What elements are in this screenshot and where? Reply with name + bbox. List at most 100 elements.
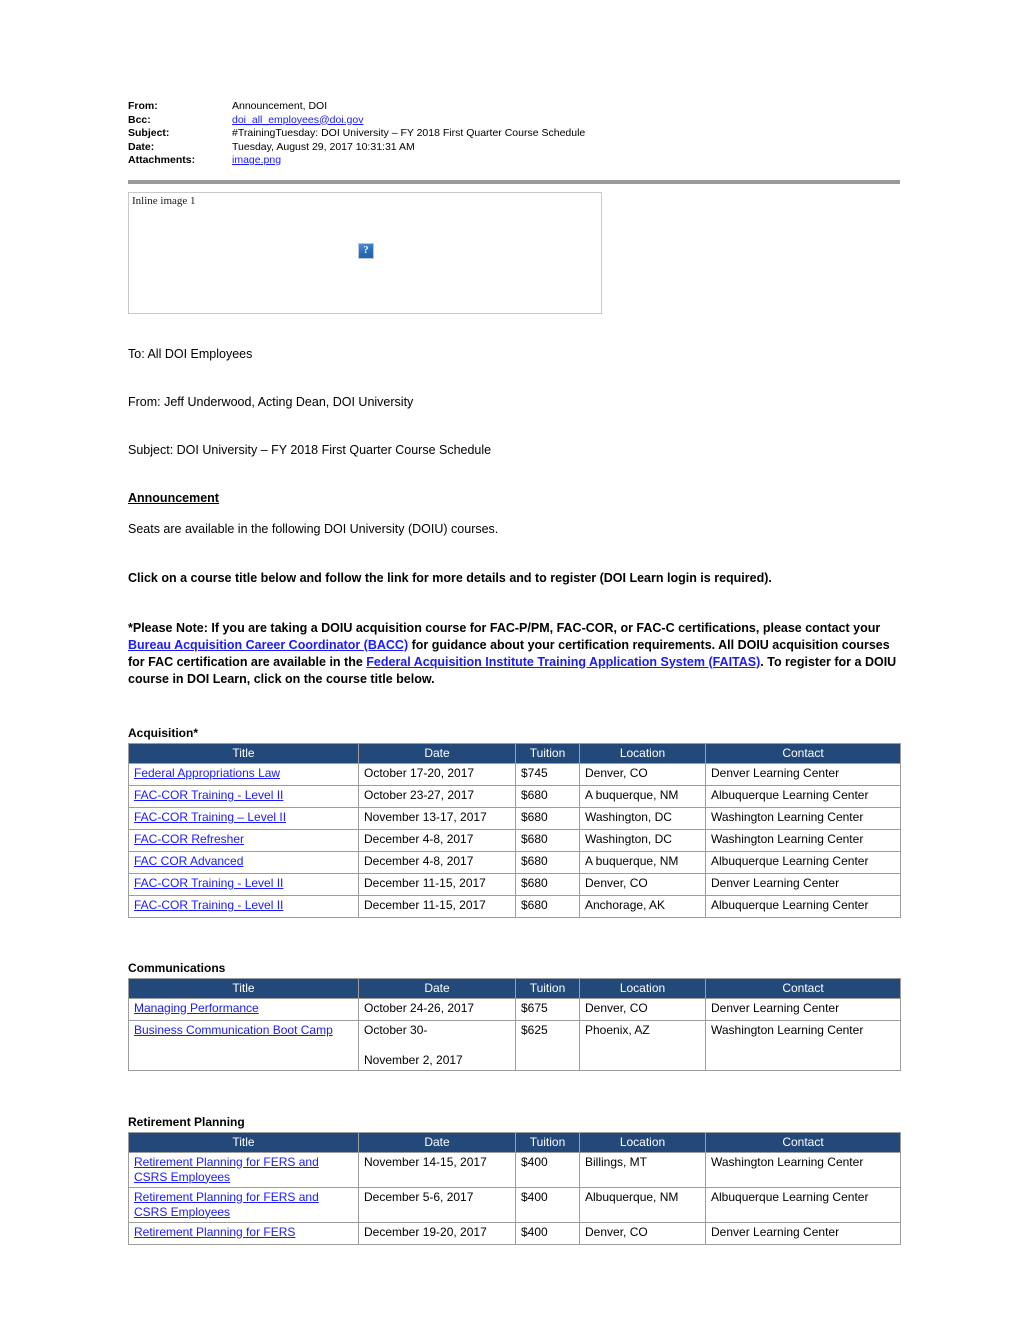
course-title-link[interactable]: FAC-COR Training – Level II — [134, 810, 286, 824]
table-row: Retirement Planning for FERS and CSRS Em… — [128, 1186, 901, 1223]
course-title-cell[interactable]: Retirement Planning for FERS — [128, 1221, 359, 1245]
course-contact-cell: Albuquerque Learning Center — [705, 894, 901, 918]
course-title-cell[interactable]: FAC-COR Training - Level II — [128, 784, 359, 808]
announcement-heading: Announcement — [128, 490, 219, 505]
course-date-cell: November 13-17, 2017 — [358, 806, 516, 830]
course-tuition-cell: $625 — [515, 1019, 580, 1071]
broken-image-icon[interactable]: ? — [358, 242, 374, 259]
course-title-link[interactable]: Retirement Planning for FERS — [134, 1225, 295, 1239]
course-title-link[interactable]: FAC-COR Training - Level II — [134, 788, 283, 802]
table-row: Retirement Planning for FERS and CSRS Em… — [128, 1151, 901, 1188]
column-header-contact: Contact — [705, 742, 901, 764]
faitas-link[interactable]: Federal Acquisition Institute Training A… — [366, 655, 760, 669]
course-table-retirement-planning: Title Date Tuition Location Contact Reti… — [128, 1131, 901, 1245]
course-location-cell: Albuquerque, NM — [579, 1186, 706, 1223]
email-page: From: Announcement, DOI Bcc: doi_all_emp… — [128, 0, 901, 1245]
course-title-cell[interactable]: Retirement Planning for FERS and CSRS Em… — [128, 1151, 359, 1188]
email-body: To: All DOI Employees From: Jeff Underwo… — [128, 314, 900, 688]
course-location-cell: Denver, CO — [579, 997, 706, 1021]
course-title-cell[interactable]: Business Communication Boot Camp — [128, 1019, 359, 1071]
body-from-line: From: Jeff Underwood, Acting Dean, DOI U… — [128, 394, 414, 409]
course-title-cell[interactable]: Retirement Planning for FERS and CSRS Em… — [128, 1186, 359, 1223]
course-date-cell: December 19-20, 2017 — [358, 1221, 516, 1245]
course-contact-cell: Denver Learning Center — [705, 1221, 901, 1245]
course-title-cell[interactable]: FAC-COR Training - Level II — [128, 872, 359, 896]
course-contact-cell: Albuquerque Learning Center — [705, 1186, 901, 1223]
course-location-cell: Billings, MT — [579, 1151, 706, 1188]
course-date-cell: December 11-15, 2017 — [358, 872, 516, 896]
header-label-from: From: — [128, 100, 158, 112]
course-location-cell: A buquerque, NM — [579, 850, 706, 874]
course-date-cell: October 23-27, 2017 — [358, 784, 516, 808]
column-header-date: Date — [358, 977, 516, 999]
course-date-cell: December 11-15, 2017 — [358, 894, 516, 918]
course-table-communications: Title Date Tuition Location Contact Mana… — [128, 977, 901, 1071]
column-header-title: Title — [128, 742, 359, 764]
header-value-bcc-link[interactable]: doi_all_employees@doi.gov — [232, 114, 900, 128]
course-contact-cell: Albuquerque Learning Center — [705, 850, 901, 874]
course-date-cell: December 4-8, 2017 — [358, 850, 516, 874]
table-row: FAC COR Advanced December 4-8, 2017 $680… — [128, 850, 901, 874]
course-contact-cell: Washington Learning Center — [705, 828, 901, 852]
course-title-cell[interactable]: FAC-COR Refresher — [128, 828, 359, 852]
course-title-link[interactable]: Managing Performance — [134, 1001, 259, 1015]
course-title-link[interactable]: FAC-COR Training - Level II — [134, 876, 283, 890]
column-header-date: Date — [358, 742, 516, 764]
course-title-link[interactable]: Federal Appropriations Law — [134, 766, 280, 780]
course-date-cell: October 17-20, 2017 — [358, 762, 516, 786]
course-contact-cell: Albuquerque Learning Center — [705, 784, 901, 808]
course-title-link[interactable]: Retirement Planning for FERS and CSRS Em… — [134, 1190, 319, 1219]
header-label-subject: Subject: — [128, 127, 170, 139]
column-header-location: Location — [579, 977, 706, 999]
course-contact-cell: Washington Learning Center — [705, 1019, 901, 1071]
course-title-link[interactable]: Business Communication Boot Camp — [134, 1023, 333, 1037]
course-title-cell[interactable]: FAC-COR Training - Level II — [128, 894, 359, 918]
header-divider — [128, 179, 900, 184]
course-title-cell[interactable]: Managing Performance — [128, 997, 359, 1021]
table-row: Managing Performance October 24-26, 2017… — [128, 997, 901, 1021]
course-title-cell[interactable]: FAC COR Advanced — [128, 850, 359, 874]
column-header-location: Location — [579, 742, 706, 764]
course-location-cell: Phoenix, AZ — [579, 1019, 706, 1071]
course-tuition-cell: $680 — [515, 872, 580, 896]
body-click-instruction: Click on a course title below and follow… — [128, 570, 772, 585]
course-tuition-cell: $400 — [515, 1186, 580, 1223]
table-row: Business Communication Boot Camp October… — [128, 1019, 901, 1071]
note-part-1: *Please Note: If you are taking a DOIU a… — [128, 620, 881, 635]
course-location-cell: Denver, CO — [579, 762, 706, 786]
column-header-tuition: Tuition — [515, 977, 580, 999]
body-to-line: To: All DOI Employees — [128, 346, 253, 361]
course-tuition-cell: $400 — [515, 1151, 580, 1188]
course-date-cell: December 5-6, 2017 — [358, 1186, 516, 1223]
attachment-link-image-png[interactable]: image.png — [232, 154, 900, 168]
body-please-note: *Please Note: If you are taking a DOIU a… — [128, 620, 900, 688]
course-tuition-cell: $745 — [515, 762, 580, 786]
course-title-link[interactable]: FAC-COR Training - Level II — [134, 898, 283, 912]
course-location-cell: Washington, DC — [579, 806, 706, 830]
course-location-cell: Anchorage, AK — [579, 894, 706, 918]
section-label-retirement-planning: Retirement Planning — [128, 1114, 245, 1129]
bacc-link[interactable]: Bureau Acquisition Career Coordinator (B… — [128, 638, 408, 652]
course-title-link[interactable]: FAC COR Advanced — [134, 854, 243, 868]
course-contact-cell: Denver Learning Center — [705, 872, 901, 896]
course-location-cell: Denver, CO — [579, 872, 706, 896]
course-tuition-cell: $675 — [515, 997, 580, 1021]
course-tuition-cell: $680 — [515, 894, 580, 918]
course-title-link[interactable]: FAC-COR Refresher — [134, 832, 244, 846]
course-date-cell: October 30- November 2, 2017 — [358, 1019, 516, 1071]
course-tuition-cell: $680 — [515, 850, 580, 874]
header-field-from: From: Announcement, DOI — [128, 100, 900, 114]
section-label-communications: Communications — [128, 960, 226, 975]
column-header-date: Date — [358, 1131, 516, 1153]
body-subject-line: Subject: DOI University – FY 2018 First … — [128, 442, 492, 457]
course-title-link[interactable]: Retirement Planning for FERS and CSRS Em… — [134, 1155, 319, 1184]
course-title-cell[interactable]: Federal Appropriations Law — [128, 762, 359, 786]
table-header-row: Title Date Tuition Location Contact — [128, 742, 901, 764]
course-tuition-cell: $400 — [515, 1221, 580, 1245]
course-title-cell[interactable]: FAC-COR Training – Level II — [128, 806, 359, 830]
header-label-bcc: Bcc: — [128, 113, 151, 126]
column-header-location: Location — [579, 1131, 706, 1153]
table-row: Federal Appropriations Law October 17-20… — [128, 762, 901, 786]
table-header-row: Title Date Tuition Location Contact — [128, 1131, 901, 1153]
header-field-subject: Subject: #TrainingTuesday: DOI Universit… — [128, 127, 900, 141]
